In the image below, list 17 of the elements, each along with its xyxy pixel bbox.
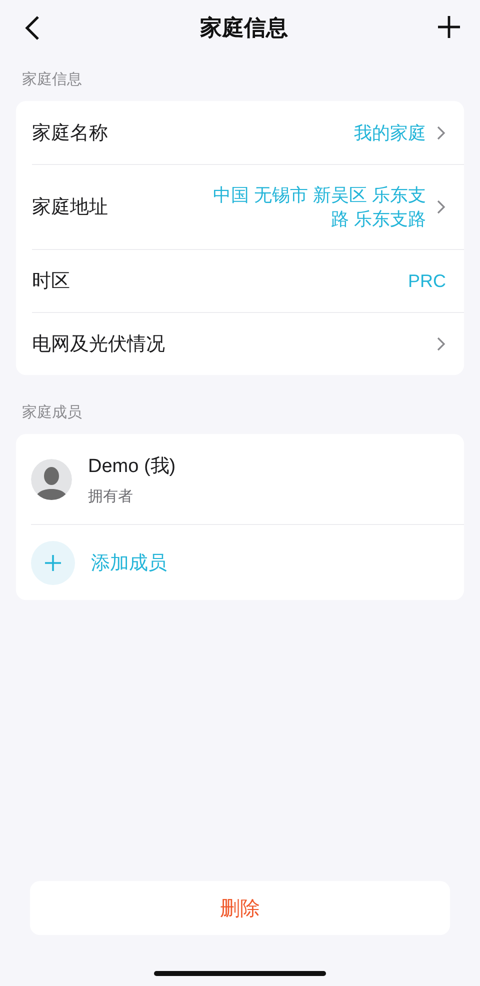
section-label: 家庭信息 [21,70,83,90]
row-label: 家庭名称 [32,122,109,146]
back-icon [24,15,40,41]
page-title: 家庭信息 [200,14,288,42]
row-value[interactable]: PRC [408,269,446,293]
row-value[interactable]: 我的家庭 [354,120,426,144]
plus-icon [437,15,461,39]
section-label: 家庭成员 [21,403,83,423]
add-member-button[interactable]: 添加成员 [91,550,167,576]
row-label: 电网及光伏情况 [32,333,166,357]
delete-button[interactable]: 删除 [30,881,450,935]
row-label: 时区 [32,270,71,294]
member-role: 拥有者 [88,486,134,506]
avatar-icon [31,458,72,500]
member-name: Demo (我) [88,454,177,478]
row-value[interactable]: 中国 无锡市 新吴区 乐东支路 乐东支路 [198,183,426,231]
row-label: 家庭地址 [32,196,109,220]
